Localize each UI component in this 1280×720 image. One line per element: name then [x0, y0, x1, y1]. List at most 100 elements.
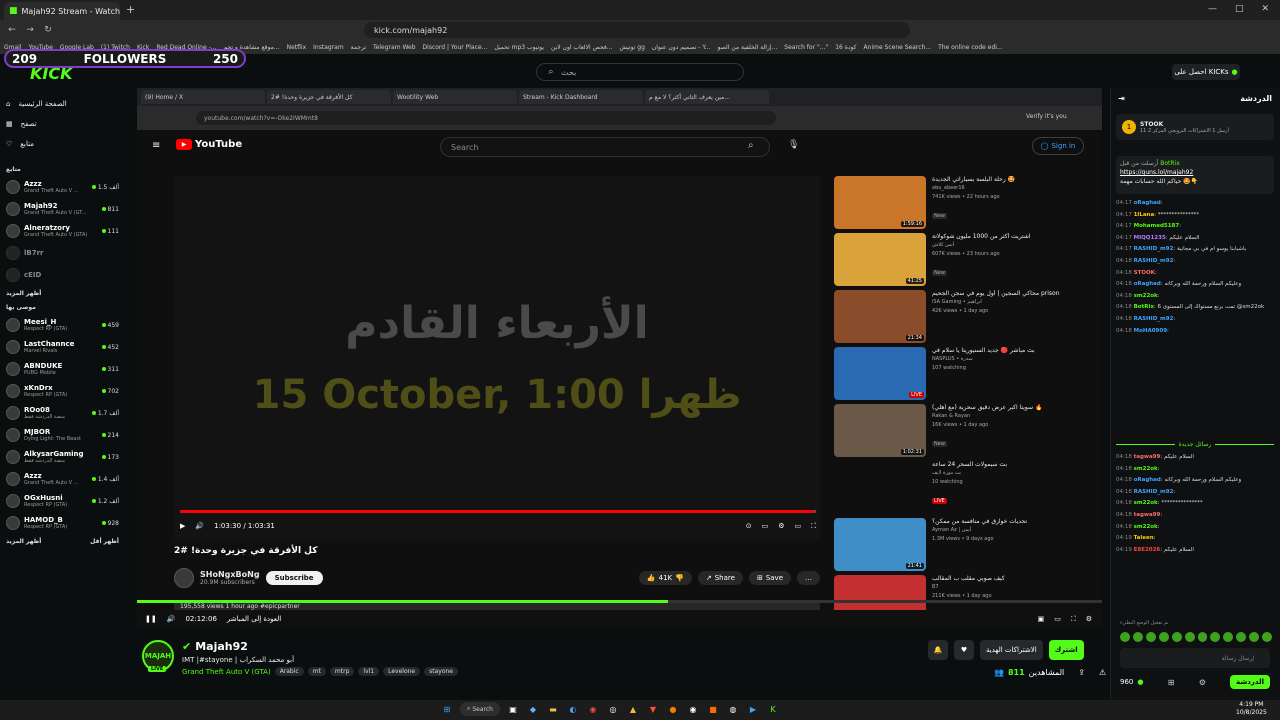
- stream-volume-icon[interactable]: 🔊: [167, 615, 176, 623]
- go-live-button[interactable]: العودة إلى المباشر: [227, 615, 281, 623]
- task-view-icon[interactable]: ▣: [506, 702, 520, 716]
- nav-following[interactable]: ♡ متابع: [6, 134, 119, 154]
- sidebar-channel[interactable]: Azzz Grand Theft Auto V ... 1.5 ألف: [6, 176, 119, 198]
- bookmark-item[interactable]: فحص الالعاب اون لاين...: [551, 44, 612, 51]
- bookmark-item[interactable]: تحميل mp3 يوتيوب: [494, 44, 544, 51]
- bookmark-item[interactable]: كودة 16: [835, 44, 856, 51]
- close-window-icon[interactable]: ✕: [1262, 4, 1270, 14]
- chat-settings-icon[interactable]: ⚙: [1199, 678, 1206, 687]
- follow-heart-icon[interactable]: ♥: [954, 640, 974, 660]
- nav-browse[interactable]: ▦ تصفح: [6, 114, 119, 134]
- kick-search-input[interactable]: ⌕ بحث: [536, 63, 744, 81]
- chat-username[interactable]: sm22ok: [1134, 466, 1158, 472]
- gift-icon[interactable]: ⊞: [1168, 678, 1175, 687]
- chat-username[interactable]: MIQQ1235: [1134, 235, 1166, 241]
- emote-icon[interactable]: [1210, 632, 1221, 642]
- copilot-icon[interactable]: ◆: [526, 702, 540, 716]
- kick-app-icon[interactable]: K: [766, 702, 780, 716]
- sidebar-channel[interactable]: cEID: [6, 264, 119, 286]
- emote-icon[interactable]: [1184, 632, 1195, 642]
- reload-icon[interactable]: ↻: [42, 24, 54, 36]
- chat-username[interactable]: sm22ok: [1134, 524, 1158, 530]
- chat-username[interactable]: sm22ok: [1134, 500, 1158, 506]
- share-stream-icon[interactable]: ⇪: [1078, 668, 1085, 677]
- sidebar-channel[interactable]: LastChannce Marvel Rivals 452: [6, 336, 119, 358]
- chat-username[interactable]: E8E2026: [1134, 547, 1161, 553]
- subscribe-button[interactable]: اشترك: [1048, 640, 1084, 660]
- chat-username[interactable]: MoHA0909: [1134, 328, 1167, 334]
- sidebar-channel[interactable]: Alneratzory Grand Theft Auto V (GTA) 111: [6, 220, 119, 242]
- bookmark-item[interactable]: Search for "...": [784, 44, 828, 51]
- stream-tag[interactable]: Arabic: [274, 667, 304, 676]
- chat-username[interactable]: tagwa99: [1134, 454, 1161, 460]
- bookmark-item[interactable]: إزالة الخلفية من الصو...: [718, 44, 778, 51]
- chat-username[interactable]: RASHID_m92: [1134, 258, 1174, 264]
- show-less-recommended[interactable]: أظهر أقل: [90, 538, 119, 545]
- gift-subs-button[interactable]: الاشتراكات الهدية: [980, 640, 1043, 660]
- chat-username[interactable]: oRaghad: [1134, 477, 1161, 483]
- system-clock[interactable]: 4:19 PM 10/8/2025: [1236, 701, 1267, 717]
- bookmark-item[interactable]: The online code edi...: [938, 44, 1003, 51]
- chat-username[interactable]: STOOK: [1134, 270, 1155, 276]
- app2-icon[interactable]: ■: [706, 702, 720, 716]
- chat-input[interactable]: إرسال رسالة: [1120, 648, 1270, 668]
- pinned-leaderboard[interactable]: 1 STOOK 11 أرسل 1 الاشتراكات الترويجي ال…: [1116, 114, 1274, 140]
- stream-game[interactable]: Grand Theft Auto V (GTA): [182, 668, 271, 676]
- stream-tag[interactable]: stayone: [424, 667, 458, 676]
- minimize-icon[interactable]: —: [1208, 4, 1217, 14]
- emote-icon[interactable]: [1158, 632, 1169, 642]
- sidebar-channel[interactable]: Meesi_H Respect RP (GTA) 459: [6, 314, 119, 336]
- url-field[interactable]: kick.com/majah92: [364, 22, 910, 38]
- chat-username[interactable]: sm22ok: [1134, 293, 1158, 299]
- edge-icon[interactable]: ◐: [566, 702, 580, 716]
- bookmark-item[interactable]: Discord | Your Place...: [423, 44, 488, 51]
- chat-username[interactable]: RASHID_m92: [1134, 246, 1174, 252]
- bookmark-item[interactable]: Telegram Web: [373, 44, 415, 51]
- stream-tag[interactable]: Levelone: [383, 667, 421, 676]
- pause-icon[interactable]: ❚❚: [145, 615, 157, 623]
- stream-tag[interactable]: mtrp: [329, 667, 355, 676]
- sidebar-channel[interactable]: lB7rr: [6, 242, 119, 264]
- emote-icon[interactable]: [1120, 632, 1130, 642]
- app4-icon[interactable]: ▶: [746, 702, 760, 716]
- chrome-icon[interactable]: ◉: [586, 702, 600, 716]
- chat-username[interactable]: oRaghad: [1134, 281, 1161, 287]
- stream-fullscreen-icon[interactable]: ⛶: [1071, 615, 1076, 624]
- browser-tab[interactable]: ■ Majah92 Stream - Watch Liv ✕: [4, 2, 120, 20]
- start-icon[interactable]: ⊞: [440, 702, 454, 716]
- stream-settings-icon[interactable]: ⚙: [1086, 615, 1092, 623]
- report-icon[interactable]: ⚠: [1099, 668, 1106, 677]
- emote-icon[interactable]: [1223, 632, 1234, 642]
- send-chat-button[interactable]: الدردشة: [1230, 675, 1270, 689]
- pin-link[interactable]: https://guns.lol/majah92: [1120, 168, 1270, 177]
- chat-username[interactable]: Mohamed5187: [1134, 223, 1180, 229]
- forward-icon[interactable]: →: [24, 24, 36, 36]
- chat-username[interactable]: tagwa99: [1134, 512, 1161, 518]
- new-tab-icon[interactable]: +: [126, 3, 135, 16]
- chat-username[interactable]: BotRix: [1134, 304, 1154, 310]
- sidebar-channel[interactable]: Majah92 Grand Theft Auto V (GT... 811: [6, 198, 119, 220]
- maximize-icon[interactable]: □: [1235, 4, 1244, 14]
- show-more-recommended[interactable]: أظهر المزيد: [6, 538, 41, 545]
- stream-theater-icon[interactable]: ▭: [1054, 615, 1061, 623]
- sidebar-channel[interactable]: Azzz Grand Theft Auto V ... 1.4 ألف: [6, 468, 119, 490]
- chat-username[interactable]: RASHID_m92: [1134, 316, 1174, 322]
- taskbar-search[interactable]: ⌕ Search: [460, 702, 500, 716]
- bookmark-item[interactable]: Anime Scene Search...: [864, 44, 932, 51]
- bookmark-item[interactable]: Netflix: [287, 44, 307, 51]
- clip-icon[interactable]: ▣: [1038, 615, 1045, 623]
- notification-bell-icon[interactable]: 🔔: [928, 640, 948, 660]
- sidebar-channel[interactable]: xKnDrx Respect RP (GTA) 702: [6, 380, 119, 402]
- emote-icon[interactable]: [1145, 632, 1156, 642]
- bookmark-item[interactable]: ترجمة: [351, 44, 366, 51]
- sidebar-channel[interactable]: OGxHusni Respect RP (GTA) 1.2 ألف: [6, 490, 119, 512]
- chat-username[interactable]: 1lLana: [1134, 212, 1155, 218]
- chat-username[interactable]: oRaghad: [1134, 200, 1161, 206]
- stream-tag[interactable]: mt: [307, 667, 326, 676]
- chat-username[interactable]: Taleen: [1134, 535, 1154, 541]
- chat-username[interactable]: RASHID_m92: [1134, 489, 1174, 495]
- show-more-following[interactable]: أظهر المزيد: [6, 286, 119, 300]
- app3-icon[interactable]: ◍: [726, 702, 740, 716]
- emote-icon[interactable]: [1249, 632, 1260, 642]
- emote-icon[interactable]: [1197, 632, 1208, 642]
